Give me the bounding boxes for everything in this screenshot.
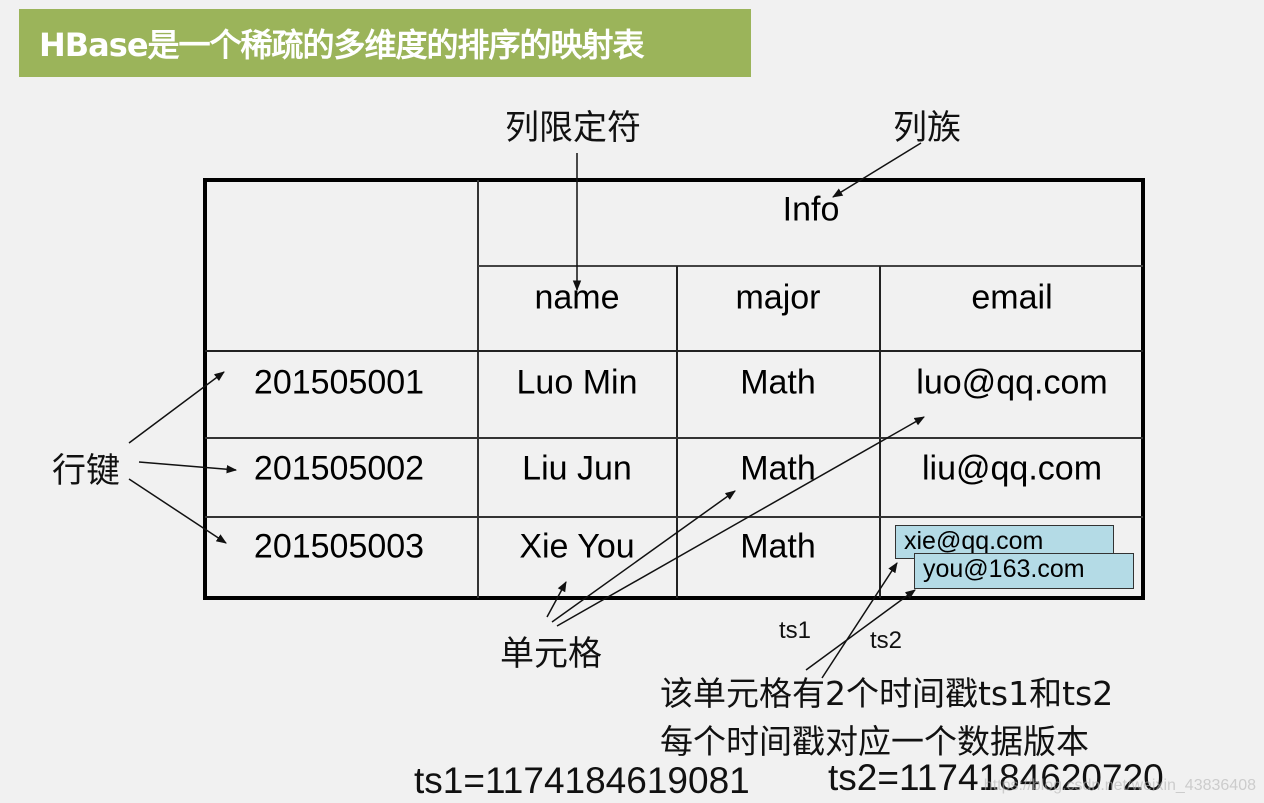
row-key-label: 行键	[52, 451, 120, 491]
table-cell-name: Liu Jun	[522, 449, 632, 488]
column-header-email: email	[971, 278, 1053, 317]
column-family-header: Info	[782, 190, 840, 229]
table-cell-email: luo@qq.com	[916, 363, 1108, 402]
watermark: https://blog.csdn.net/weixin_43836408	[983, 777, 1256, 794]
table-cell-major: Math	[740, 527, 816, 566]
cell-arrow-3	[556, 416, 925, 627]
row-key-cell: 201505001	[253, 363, 425, 402]
column-header-major: major	[735, 278, 821, 317]
table-cell-name: Luo Min	[516, 363, 638, 402]
table-cell-name: Xie You	[519, 527, 635, 566]
column-family-label: 列族	[893, 108, 961, 148]
column-header-name: name	[534, 278, 620, 317]
email-version-ts2: you@163.com	[914, 553, 1134, 589]
timestamp-note-line1: 该单元格有2个时间戳ts1和ts2	[660, 674, 1114, 713]
cell-label: 单元格	[500, 634, 602, 674]
ts1-label: ts1	[779, 617, 812, 644]
table-cell-major: Math	[740, 449, 816, 488]
rowkey-arrow-3	[128, 478, 227, 544]
column-qualifier-label: 列限定符	[505, 108, 641, 148]
table-cell-major: Math	[740, 363, 816, 402]
ts1-arrow	[821, 562, 898, 679]
ts1-value: ts1=1174184619081	[414, 760, 750, 801]
ts2-label: ts2	[870, 627, 903, 654]
family-arrow	[832, 142, 922, 198]
row-key-cell: 201505002	[253, 449, 425, 488]
row-key-cell: 201505003	[253, 527, 425, 566]
rowkey-arrow-2	[138, 461, 238, 474]
rowkey-arrow-1	[128, 371, 225, 444]
table-cell-email: liu@qq.com	[921, 449, 1103, 488]
timestamp-note-line2: 每个时间戳对应一个数据版本	[660, 722, 1089, 761]
